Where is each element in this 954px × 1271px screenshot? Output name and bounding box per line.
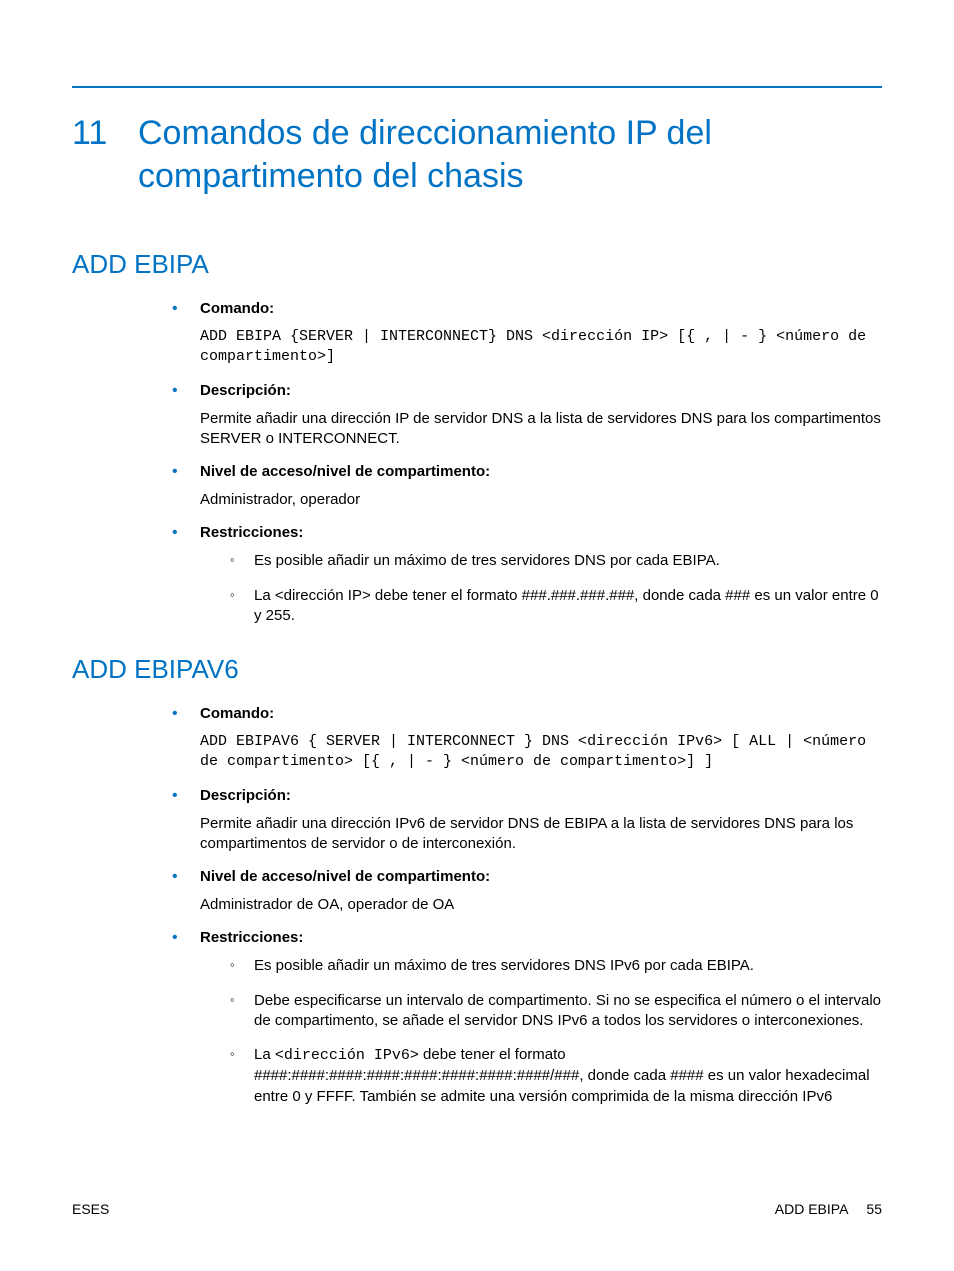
chapter-title: Comandos de direccionamiento IP del comp…: [138, 112, 882, 197]
list-item: Comando: ADD EBIPAV6 { SERVER | INTERCON…: [172, 705, 882, 773]
restriccion-prefix: La: [254, 1046, 275, 1063]
restriccion-item: La <dirección IP> debe tener el formato …: [230, 586, 882, 627]
comando-label: Comando:: [200, 300, 882, 317]
restricciones-label: Restricciones:: [200, 929, 882, 946]
restriccion-item: Debe especificarse un intervalo de compa…: [230, 991, 882, 1032]
list-item: Descripción: Permite añadir una direcció…: [172, 382, 882, 450]
list-item: Nivel de acceso/nivel de compartimento: …: [172, 463, 882, 510]
comando-label: Comando:: [200, 705, 882, 722]
chapter-heading: 11 Comandos de direccionamiento IP del c…: [72, 112, 882, 197]
restricciones-list: Es posible añadir un máximo de tres serv…: [230, 956, 882, 1107]
descripcion-label: Descripción:: [200, 787, 882, 804]
restricciones-list: Es posible añadir un máximo de tres serv…: [230, 551, 882, 626]
restriccion-item: Es posible añadir un máximo de tres serv…: [230, 551, 882, 571]
list-item: Descripción: Permite añadir una direcció…: [172, 787, 882, 855]
chapter-number: 11: [72, 112, 138, 155]
restriccion-item: Es posible añadir un máximo de tres serv…: [230, 956, 882, 976]
footer-right: ADD EBIPA 55: [775, 1201, 882, 1217]
section-title-add-ebipa: ADD EBIPA: [72, 249, 882, 280]
nivel-text: Administrador de OA, operador de OA: [200, 895, 882, 915]
nivel-label: Nivel de acceso/nivel de compartimento:: [200, 868, 882, 885]
restriccion-code: <dirección IPv6>: [275, 1047, 419, 1064]
section-list: Comando: ADD EBIPA {SERVER | INTERCONNEC…: [172, 300, 882, 626]
section-title-add-ebipav6: ADD EBIPAV6: [72, 654, 882, 685]
page-footer: ESES ADD EBIPA 55: [72, 1201, 882, 1217]
list-item: Comando: ADD EBIPA {SERVER | INTERCONNEC…: [172, 300, 882, 368]
comando-code: ADD EBIPA {SERVER | INTERCONNECT} DNS <d…: [200, 327, 882, 368]
footer-section-label: ADD EBIPA: [775, 1201, 849, 1217]
nivel-text: Administrador, operador: [200, 490, 882, 510]
footer-left: ESES: [72, 1201, 109, 1217]
nivel-label: Nivel de acceso/nivel de compartimento:: [200, 463, 882, 480]
list-item: Restricciones: Es posible añadir un máxi…: [172, 524, 882, 626]
list-item: Nivel de acceso/nivel de compartimento: …: [172, 868, 882, 915]
list-item: Restricciones: Es posible añadir un máxi…: [172, 929, 882, 1107]
restriccion-item-mixed: La <dirección IPv6> debe tener el format…: [230, 1045, 882, 1107]
section-list: Comando: ADD EBIPAV6 { SERVER | INTERCON…: [172, 705, 882, 1107]
top-rule: [72, 86, 882, 88]
comando-code: ADD EBIPAV6 { SERVER | INTERCONNECT } DN…: [200, 732, 882, 773]
restricciones-label: Restricciones:: [200, 524, 882, 541]
descripcion-text: Permite añadir una dirección IP de servi…: [200, 409, 882, 450]
descripcion-text: Permite añadir una dirección IPv6 de ser…: [200, 814, 882, 855]
descripcion-label: Descripción:: [200, 382, 882, 399]
footer-page-number: 55: [866, 1201, 882, 1217]
